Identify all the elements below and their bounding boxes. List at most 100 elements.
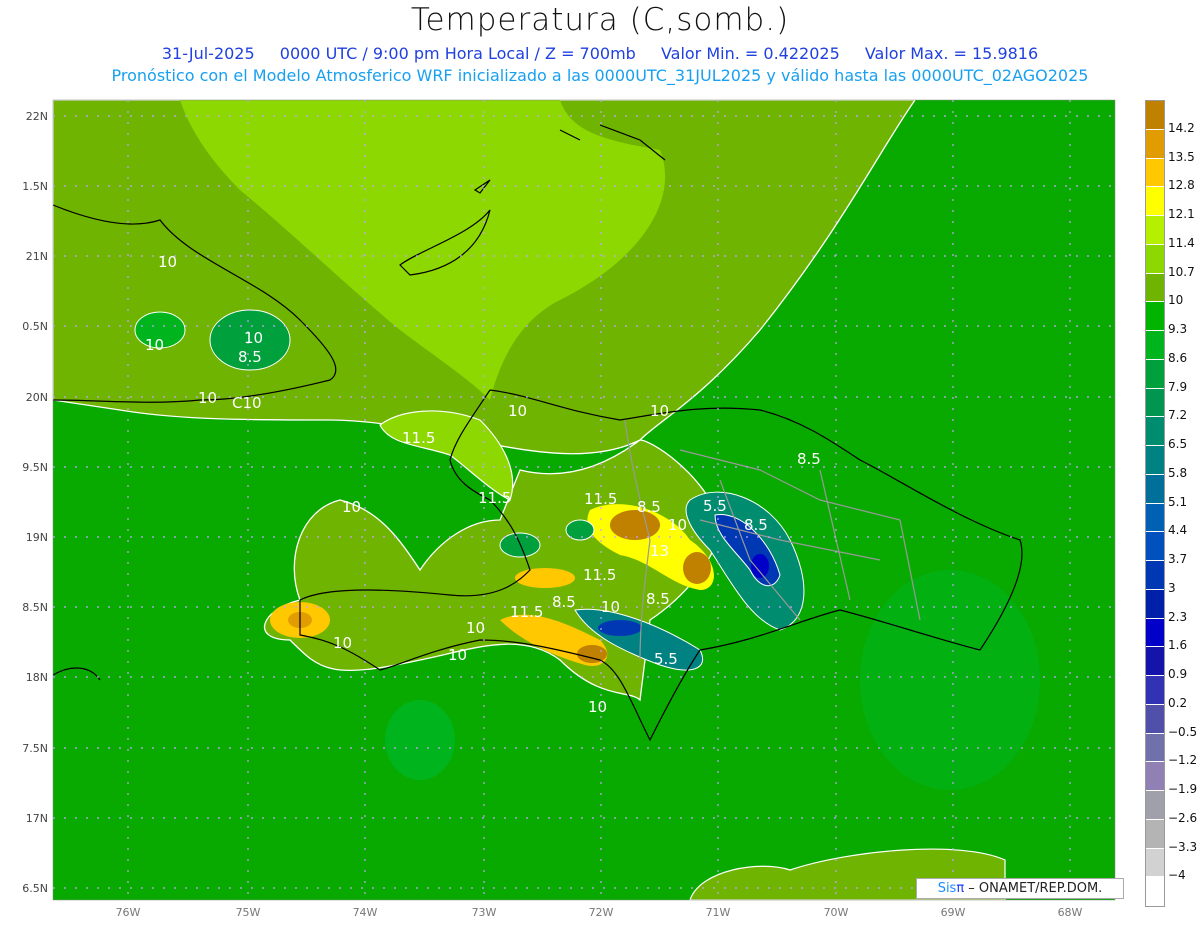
contour-label: 10 (158, 253, 177, 271)
colorbar-label: 14.2 (1168, 120, 1195, 135)
colorbar-label: 3 (1168, 580, 1176, 595)
svg-text:75W: 75W (236, 906, 261, 919)
colorbar-swatch (1146, 532, 1164, 561)
contour-label: 10 (650, 402, 669, 420)
colorbar-label: 13.5 (1168, 149, 1195, 164)
hot-spot (577, 645, 607, 663)
colorbar-swatch (1146, 819, 1164, 849)
contour-label: 10 (668, 516, 687, 534)
credit-logo: Sisπ – ONAMET/REP.DOM. (916, 878, 1124, 899)
svg-text:18N: 18N (26, 671, 48, 684)
colorbar-swatch (1146, 474, 1164, 504)
colorbar-label: 3.7 (1168, 552, 1188, 566)
colorbar-label: 12.8 (1168, 178, 1195, 193)
cold-spot (598, 620, 642, 636)
contour-label: 11.5 (583, 566, 616, 584)
svg-text:20N: 20N (26, 391, 48, 404)
contour-label: 10 (244, 329, 263, 347)
colorbar (1145, 100, 1165, 907)
contour-label: 10 (198, 389, 217, 407)
svg-text:73W: 73W (472, 906, 497, 919)
contour-label: 8.5 (637, 498, 661, 516)
contour-label: 8.5 (797, 450, 821, 468)
svg-text:7.5N: 7.5N (22, 742, 48, 755)
colorbar-swatch (1146, 676, 1164, 705)
colorbar-label: 6.5 (1168, 437, 1188, 451)
colorbar-swatch (1146, 129, 1164, 159)
colorbar-label: −1.9 (1168, 782, 1198, 796)
svg-text:21N: 21N (26, 250, 48, 263)
svg-text:17N: 17N (26, 812, 48, 825)
cool-spot (860, 570, 1040, 790)
svg-text:0.5N: 0.5N (22, 320, 48, 333)
colorbar-label: 4.4 (1168, 523, 1188, 538)
colorbar-label: 5.8 (1168, 465, 1188, 480)
cool-spot (385, 700, 455, 780)
contour-label: 10 (466, 619, 485, 637)
svg-text:70W: 70W (824, 906, 849, 919)
colorbar-swatch (1146, 101, 1164, 130)
colorbar-swatch (1146, 244, 1164, 274)
colorbar-label: −0.5 (1168, 724, 1198, 739)
colorbar-swatch (1146, 647, 1164, 676)
colorbar-label: −1.2 (1168, 753, 1198, 768)
svg-text:72W: 72W (589, 906, 614, 919)
contour-label: 5.5 (654, 650, 678, 668)
cold-spot (751, 554, 769, 578)
colorbar-swatch (1146, 187, 1164, 216)
contour-label: 11.5 (584, 490, 617, 508)
logo-sis: Sis (937, 881, 957, 896)
colorbar-swatch (1146, 388, 1164, 418)
contour-label: 13 (650, 542, 669, 560)
colorbar-label: −3.3 (1168, 839, 1198, 854)
contour-label: 10 (448, 646, 467, 664)
contour-label: 10 (342, 498, 361, 516)
colorbar-swatch (1146, 158, 1164, 188)
colorbar-label: 7.9 (1168, 379, 1188, 394)
svg-text:68W: 68W (1058, 906, 1083, 919)
colorbar-swatch (1146, 848, 1164, 878)
colorbar-label: 0.2 (1168, 695, 1188, 710)
svg-text:71W: 71W (706, 906, 731, 919)
contour-label: C10 (232, 394, 262, 412)
contour-label: 11.5 (478, 489, 511, 507)
svg-text:6.5N: 6.5N (22, 882, 48, 895)
lon-axis: 76W 75W 74W 73W 72W 71W 70W 69W 68W (116, 906, 1083, 919)
colorbar-label: 5.1 (1168, 494, 1188, 509)
colorbar-label: 10.7 (1168, 264, 1195, 279)
colorbar-swatch (1146, 704, 1164, 734)
colorbar-label: 9.3 (1168, 322, 1188, 336)
colorbar-swatch (1146, 359, 1164, 389)
colorbar-swatch (1146, 618, 1164, 648)
lat-axis: 22N1.5N 21N0.5N 20N9.5N 19N8.5N 18N7.5N … (22, 110, 48, 895)
colorbar-swatch (1146, 762, 1164, 791)
svg-text:9.5N: 9.5N (22, 461, 48, 474)
colorbar-label: 0.9 (1168, 667, 1188, 681)
svg-text:19N: 19N (26, 531, 48, 544)
contour-label: 11.5 (402, 429, 435, 447)
colorbar-label: 1.6 (1168, 638, 1188, 653)
contour-label: 10 (508, 402, 527, 420)
colorbar-swatch (1146, 331, 1164, 360)
colorbar-swatch (1146, 302, 1164, 331)
logo-pi: π (956, 881, 965, 896)
colorbar-swatch (1146, 273, 1164, 303)
svg-text:22N: 22N (26, 110, 48, 123)
colorbar-swatch (1146, 503, 1164, 533)
contour-label: 10 (333, 634, 352, 652)
contour-label: 10 (145, 336, 164, 354)
colorbar-label: 7.2 (1168, 408, 1188, 423)
hot-spot (683, 552, 711, 584)
colorbar-swatch (1146, 417, 1164, 446)
colorbar-swatch (1146, 589, 1164, 619)
contour-label: 8.5 (646, 590, 670, 608)
colorbar-label: −2.6 (1168, 810, 1198, 825)
svg-text:74W: 74W (353, 906, 378, 919)
temperature-map: 10 10 10 8.5 10 C10 10 11.5 11.5 10 11.5… (22, 99, 1116, 919)
colorbar-label: −4 (1168, 868, 1186, 883)
svg-text:1.5N: 1.5N (22, 180, 48, 193)
colorbar-swatch (1146, 733, 1164, 763)
svg-text:76W: 76W (116, 906, 141, 919)
warm-spot (515, 568, 575, 588)
contour-label: 8.5 (238, 348, 262, 366)
